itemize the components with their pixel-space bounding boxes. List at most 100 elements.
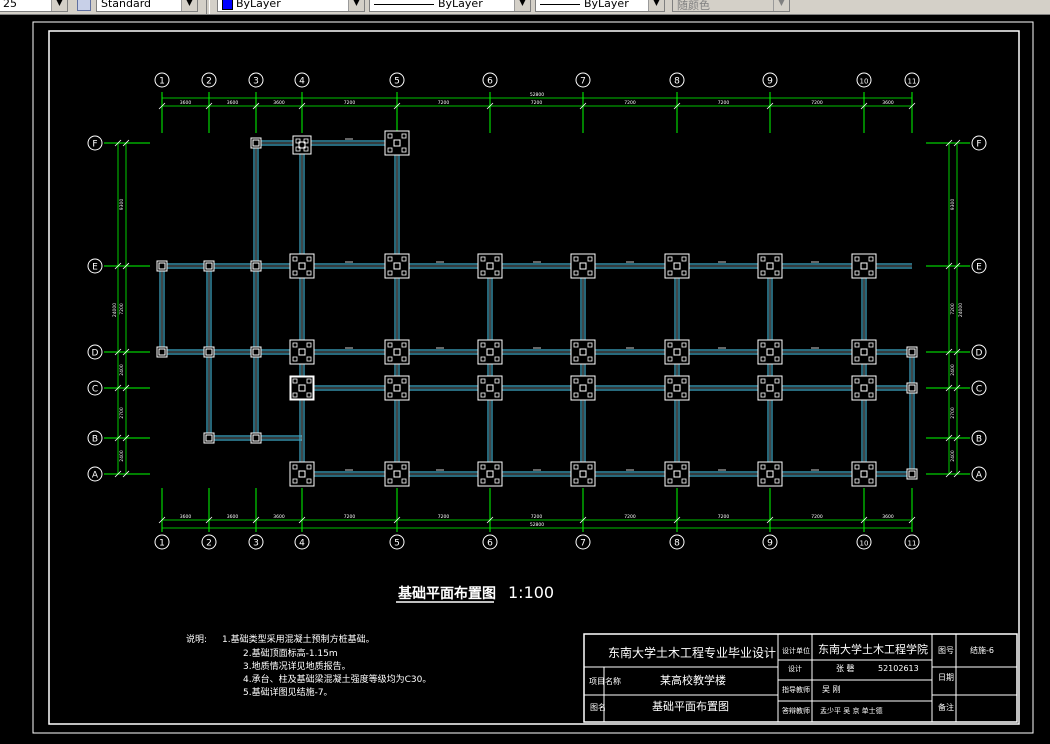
axis-bubble[interactable]: A bbox=[971, 466, 987, 482]
axis-bubble[interactable]: D bbox=[87, 344, 103, 360]
axis-bubble[interactable]: 5 bbox=[389, 534, 405, 550]
pile-cap[interactable] bbox=[384, 130, 410, 156]
axis-bubble[interactable]: 7 bbox=[575, 534, 591, 550]
axis-bubble[interactable]: 2 bbox=[201, 72, 217, 88]
axis-bubble[interactable]: 9 bbox=[762, 534, 778, 550]
pile-cap[interactable] bbox=[851, 339, 877, 365]
axis-bubble[interactable]: F bbox=[87, 135, 103, 151]
pile-cap[interactable] bbox=[664, 253, 690, 279]
axis-bubble[interactable]: 8 bbox=[669, 72, 685, 88]
pile-cap[interactable] bbox=[203, 260, 215, 272]
chevron-down-icon[interactable]: ▼ bbox=[348, 0, 364, 11]
axis-bubble[interactable]: 6 bbox=[482, 534, 498, 550]
pile-cap[interactable] bbox=[477, 339, 503, 365]
axis-bubble[interactable]: 2 bbox=[201, 534, 217, 550]
linetype-combo[interactable]: ByLayer ▼ bbox=[369, 0, 531, 12]
pile-cap[interactable] bbox=[289, 375, 315, 401]
axis-bubble[interactable]: 4 bbox=[294, 534, 310, 550]
axis-bubble[interactable]: 1 bbox=[154, 72, 170, 88]
axis-label: C bbox=[976, 385, 982, 395]
note-line-2: 2.基础顶面标高-1.15m bbox=[243, 647, 338, 659]
text-style-icon[interactable] bbox=[77, 0, 91, 11]
axis-bubble[interactable]: 11 bbox=[904, 72, 920, 88]
pile-cap[interactable] bbox=[851, 253, 877, 279]
pile-cap[interactable] bbox=[851, 461, 877, 487]
axis-bubble[interactable]: E bbox=[971, 258, 987, 274]
pile-cap[interactable] bbox=[250, 137, 262, 149]
pile-cap[interactable] bbox=[289, 253, 315, 279]
pile-cap[interactable] bbox=[570, 253, 596, 279]
tb-project-label: 项目名称 bbox=[589, 676, 621, 686]
plot-style-combo[interactable]: 随颜色 ▼ bbox=[672, 0, 790, 12]
text-style-combo[interactable]: Standard ▼ bbox=[96, 0, 198, 12]
pile-cap[interactable] bbox=[289, 339, 315, 365]
axis-bubble[interactable]: F bbox=[971, 135, 987, 151]
pile-cap[interactable] bbox=[851, 375, 877, 401]
pile-cap[interactable] bbox=[384, 461, 410, 487]
axis-label: 2 bbox=[206, 539, 212, 549]
pile-cap[interactable] bbox=[757, 375, 783, 401]
pile-cap[interactable] bbox=[906, 346, 918, 358]
foundation-beams bbox=[159, 140, 915, 477]
axis-bubble[interactable]: E bbox=[87, 258, 103, 274]
pile-cap[interactable] bbox=[289, 461, 315, 487]
pile-cap[interactable] bbox=[292, 135, 312, 155]
pile-cap[interactable] bbox=[664, 375, 690, 401]
pile-cap[interactable] bbox=[477, 253, 503, 279]
chevron-down-icon[interactable]: ▼ bbox=[514, 0, 530, 11]
pile-cap[interactable] bbox=[156, 260, 168, 272]
cad-drawing[interactable]: 3600 3600 3600 7200 7200 7200 7200 7200 7200 3600… bbox=[0, 14, 1050, 740]
axis-bubble[interactable]: 10 bbox=[856, 72, 872, 88]
axis-bubble[interactable]: 9 bbox=[762, 72, 778, 88]
axis-bubble[interactable]: 7 bbox=[575, 72, 591, 88]
axis-bubble[interactable]: 1 bbox=[154, 534, 170, 550]
axis-bubble[interactable]: 8 bbox=[669, 534, 685, 550]
pile-cap[interactable] bbox=[570, 339, 596, 365]
axis-bubble[interactable]: A bbox=[87, 466, 103, 482]
chevron-down-icon[interactable]: ▼ bbox=[648, 0, 664, 11]
axis-bubble[interactable]: 10 bbox=[856, 534, 872, 550]
pile-cap[interactable] bbox=[664, 461, 690, 487]
pile-cap[interactable] bbox=[250, 260, 262, 272]
pile-cap[interactable] bbox=[757, 253, 783, 279]
axis-bubble[interactable]: 4 bbox=[294, 72, 310, 88]
axis-bubble[interactable]: 6 bbox=[482, 72, 498, 88]
chevron-down-icon[interactable]: ▼ bbox=[51, 0, 67, 11]
drawing-canvas[interactable]: 3600 3600 3600 7200 7200 7200 7200 7200 7200 3600… bbox=[0, 14, 1050, 740]
axis-bubble[interactable]: B bbox=[971, 430, 987, 446]
tb-design-unit: 东南大学土木工程学院 bbox=[818, 642, 928, 656]
pile-cap[interactable] bbox=[250, 346, 262, 358]
scale-combo[interactable]: 25 ▼ bbox=[0, 0, 68, 12]
pile-cap[interactable] bbox=[477, 461, 503, 487]
axis-bubble[interactable]: C bbox=[87, 380, 103, 396]
axis-bubble[interactable]: 3 bbox=[248, 534, 264, 550]
axis-bubble[interactable]: 5 bbox=[389, 72, 405, 88]
axis-label: B bbox=[976, 435, 982, 445]
axis-bubble[interactable]: D bbox=[971, 344, 987, 360]
chevron-down-icon[interactable]: ▼ bbox=[773, 0, 789, 11]
axis-bubble[interactable]: 11 bbox=[904, 534, 920, 550]
pile-cap[interactable] bbox=[906, 382, 918, 394]
color-combo[interactable]: ByLayer ▼ bbox=[217, 0, 365, 12]
lineweight-combo[interactable]: ByLayer ▼ bbox=[535, 0, 665, 12]
pile-cap[interactable] bbox=[570, 375, 596, 401]
dim-label: 7200 bbox=[119, 303, 125, 315]
pile-cap[interactable] bbox=[477, 375, 503, 401]
axis-label: D bbox=[976, 349, 983, 359]
pile-cap[interactable] bbox=[664, 339, 690, 365]
pile-cap[interactable] bbox=[203, 432, 215, 444]
pile-cap[interactable] bbox=[570, 461, 596, 487]
pile-cap[interactable] bbox=[384, 375, 410, 401]
pile-cap[interactable] bbox=[250, 432, 262, 444]
axis-bubble[interactable]: C bbox=[971, 380, 987, 396]
pile-cap[interactable] bbox=[384, 339, 410, 365]
pile-cap[interactable] bbox=[156, 346, 168, 358]
chevron-down-icon[interactable]: ▼ bbox=[181, 0, 197, 11]
pile-cap[interactable] bbox=[906, 468, 918, 480]
pile-cap[interactable] bbox=[203, 346, 215, 358]
pile-cap[interactable] bbox=[384, 253, 410, 279]
axis-bubble[interactable]: 3 bbox=[248, 72, 264, 88]
pile-cap[interactable] bbox=[757, 461, 783, 487]
axis-bubble[interactable]: B bbox=[87, 430, 103, 446]
pile-cap[interactable] bbox=[757, 339, 783, 365]
